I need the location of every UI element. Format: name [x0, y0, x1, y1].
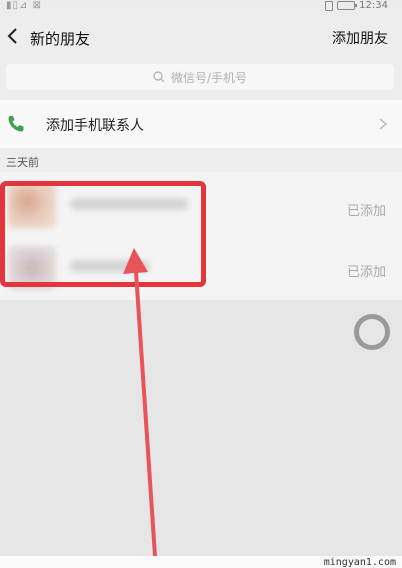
battery-icon [337, 1, 358, 10]
status-bar: ▮▯⊿ ⊠ 12:34 [0, 0, 402, 14]
search-icon [153, 71, 165, 83]
search-placeholder: 微信号/手机号 [170, 70, 248, 85]
status-time: 12:34 [359, 0, 388, 11]
status-icons-left: ▮▯⊿ ⊠ [6, 0, 42, 11]
vibrate-icon [325, 0, 334, 11]
highlight-box [0, 181, 206, 287]
nav-bar: 新的朋友 添加朋友 [0, 14, 402, 60]
watermark: mingyan1.com [323, 557, 396, 568]
phone-contacts-label: 添加手机联系人 [46, 118, 144, 134]
add-phone-contacts-row[interactable]: 添加手机联系人 [0, 100, 402, 148]
floating-assist-button[interactable] [354, 314, 390, 350]
section-header: 三天前 [6, 156, 39, 169]
chevron-right-icon [379, 118, 388, 130]
status-added-label: 已添加 [346, 265, 386, 280]
add-friend-button[interactable]: 添加朋友 [332, 28, 388, 48]
page-title: 新的朋友 [30, 30, 91, 48]
status-added-label: 已添加 [346, 204, 386, 219]
empty-area [0, 300, 402, 568]
status-icons-right: 12:34 [325, 0, 388, 11]
search-input[interactable]: 微信号/手机号 [6, 64, 394, 90]
back-arrow-icon[interactable] [6, 26, 20, 46]
phone-icon [8, 116, 24, 132]
